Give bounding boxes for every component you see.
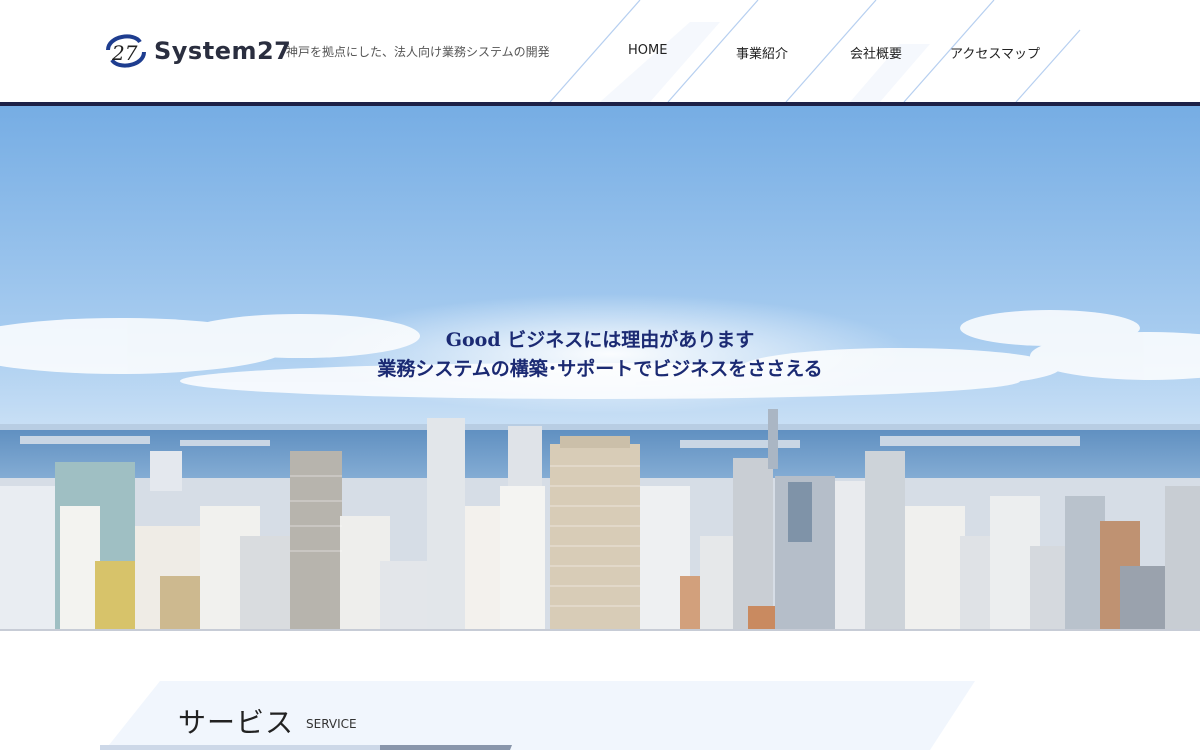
nav-access[interactable]: アクセスマップ [950,43,1040,62]
hero-line-2: 業務システムの構築･サポートでビジネスをささえる [377,358,823,380]
hero-line-1: Good ビジネスには理由があります [445,329,755,351]
nav-home[interactable]: HOME [628,43,667,58]
section-subtitle: SERVICE [306,717,357,731]
site-header: 27 System27 神戸を拠点にした、法人向け業務システムの開発 HOME … [0,0,1200,102]
service-section: サービス SERVICE [0,631,1200,750]
section-title: サービス [178,706,295,739]
hero-tagline: Good ビジネスには理由があります 業務システムの構築･サポートでビジネスをさ… [0,326,1200,384]
nav-company[interactable]: 会社概要 [850,43,902,62]
nav-business[interactable]: 事業紹介 [736,43,788,62]
hero-banner: Good ビジネスには理由があります 業務システムの構築･サポートでビジネスをさ… [0,106,1200,629]
main-nav: HOME 事業紹介 会社概要 アクセスマップ [0,43,1200,63]
